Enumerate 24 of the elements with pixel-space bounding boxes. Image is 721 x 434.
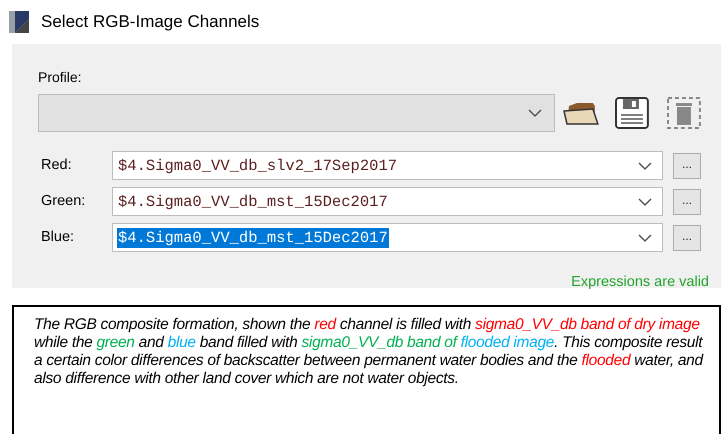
save-icon[interactable] [615,97,650,129]
app-logo-icon [9,11,29,33]
validation-message: Expressions are valid [571,273,709,292]
expression-text: $4.Sigma0_VV_db_mst_15Dec2017 [117,192,389,212]
browse-button[interactable]: ... [673,188,701,214]
expression-text: $4.Sigma0_VV_db_mst_15Dec2017 [117,228,389,248]
channel-dropdown[interactable]: $4.Sigma0_VV_db_slv2_17Sep2017 [112,151,663,180]
channel-label: Red: [40,156,73,175]
chevron-down-icon [528,109,542,117]
chevron-down-icon [638,234,652,242]
trash-icon[interactable] [667,97,701,129]
channel-dropdown[interactable]: $4.Sigma0_VV_db_mst_15Dec2017 [112,187,663,216]
folder-icon[interactable] [563,100,600,126]
caption-text: The RGB composite formation, shown the red channel is filled with sigma0_VV_db band of dry image while the green and blue band filled with sigma0_VV_db band of flooded image. This composite result a certain color differences of backscatter between permanent water bodies and the flooded water, and also difference with other land cover which are not water objects. [34,316,704,388]
expression-text: $4.Sigma0_VV_db_slv2_17Sep2017 [117,156,398,176]
channel-label: Green: [40,192,86,211]
browse-button[interactable]: ... [673,224,701,250]
window-title: Select RGB-Image Channels [41,11,260,34]
channel-dropdown[interactable]: $4.Sigma0_VV_db_mst_15Dec2017 [112,223,663,252]
chevron-down-icon [638,162,652,170]
chevron-down-icon [638,198,652,206]
browse-button[interactable]: ... [673,152,701,178]
profile-label: Profile: [38,68,83,87]
channel-label: Blue: [40,228,76,247]
